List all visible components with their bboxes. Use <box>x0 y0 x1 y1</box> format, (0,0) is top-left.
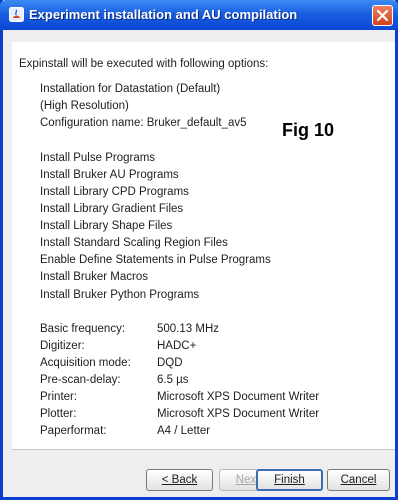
configuration-name: Configuration name: Bruker_default_av500 <box>40 117 260 129</box>
figure-label-box: Fig 10 <box>246 110 370 158</box>
install-item: Enable Define Statements in Pulse Progra… <box>40 254 271 266</box>
param-label: Plotter: <box>40 408 77 420</box>
param-label: Digitizer: <box>40 340 85 352</box>
install-item: Install Pulse Programs <box>40 152 156 164</box>
install-item: Install Bruker Python Programs <box>40 289 200 301</box>
cancel-button-label: Cancel <box>340 474 377 486</box>
param-label: Paperformat: <box>40 425 107 437</box>
close-button[interactable] <box>372 5 393 26</box>
param-value: Microsoft XPS Document Writer <box>157 408 320 420</box>
finish-button[interactable]: Finish <box>256 469 323 491</box>
param-value: A4 / Letter <box>157 425 211 437</box>
back-button[interactable]: < Back <box>146 469 213 491</box>
java-app-icon <box>9 7 24 22</box>
install-item: Install Bruker AU Programs <box>40 169 179 181</box>
intro-text: Expinstall will be executed with followi… <box>19 58 269 70</box>
figure-label: Fig 10 <box>281 120 334 140</box>
install-item: Install Library Gradient Files <box>40 203 184 215</box>
close-icon <box>377 10 388 21</box>
param-value: 6.5 µs <box>157 374 189 386</box>
param-label: Printer: <box>40 391 78 403</box>
param-value: Microsoft XPS Document Writer <box>157 391 320 403</box>
back-button-label: < Back <box>161 474 198 486</box>
installation-resolution: (High Resolution) <box>40 100 129 112</box>
title-bar[interactable]: Experiment installation and AU compilati… <box>0 0 398 30</box>
param-label: Basic frequency: <box>40 323 126 335</box>
install-item: Install Library CPD Programs <box>40 186 189 198</box>
param-value: 500.13 MHz <box>157 323 220 335</box>
install-item: Install Library Shape Files <box>40 220 173 232</box>
install-item: Install Bruker Macros <box>40 271 149 283</box>
installation-mode: Installation for Datastation (Default) <box>40 83 221 95</box>
install-item: Install Standard Scaling Region Files <box>40 237 228 249</box>
param-value: HADC+ <box>157 340 197 352</box>
window-title: Experiment installation and AU compilati… <box>29 7 298 22</box>
cancel-button[interactable]: Cancel <box>327 469 390 491</box>
param-label: Pre-scan-delay: <box>40 374 121 386</box>
param-label: Acquisition mode: <box>40 357 131 369</box>
finish-button-label: Finish <box>274 474 305 486</box>
param-value: DQD <box>157 357 183 369</box>
